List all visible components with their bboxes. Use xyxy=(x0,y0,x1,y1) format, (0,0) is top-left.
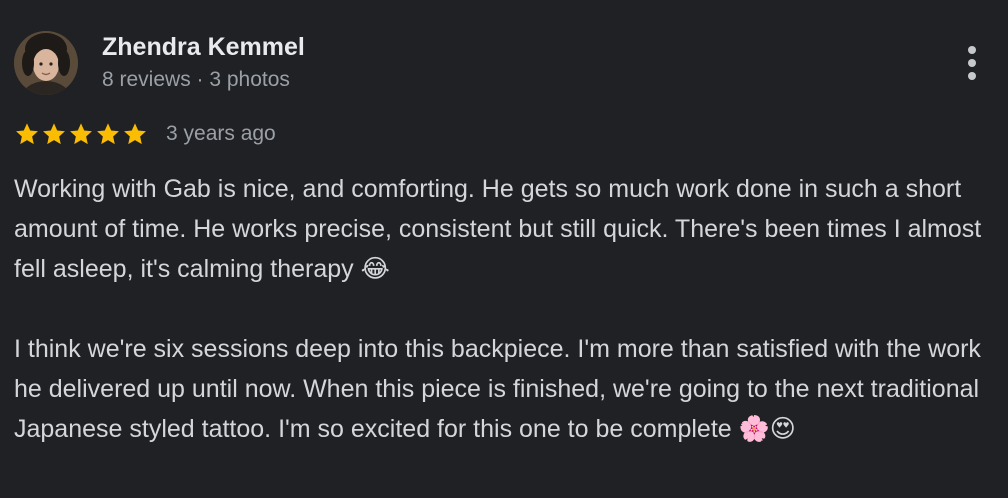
review-card: Zhendra Kemmel 8 reviews · 3 photos 3 ye… xyxy=(0,0,1008,498)
author-meta: 8 reviews · 3 photos xyxy=(102,68,290,91)
more-vert-icon-dot xyxy=(968,59,976,67)
star-rating xyxy=(14,121,148,147)
more-options-button[interactable] xyxy=(956,42,988,84)
star-icon xyxy=(70,123,92,145)
author-avatar[interactable] xyxy=(14,31,78,95)
review-text: Working with Gab is nice, and comforting… xyxy=(14,175,982,443)
star-icon xyxy=(43,123,65,145)
star-icon xyxy=(16,123,38,145)
rating-row: 3 years ago xyxy=(14,117,276,151)
avatar-photo xyxy=(14,31,78,95)
more-vert-icon-dot xyxy=(968,72,976,80)
review-date: 3 years ago xyxy=(166,122,276,145)
star-icon xyxy=(97,123,119,145)
author-name[interactable]: Zhendra Kemmel xyxy=(102,31,305,63)
star-icon xyxy=(124,123,146,145)
more-vert-icon xyxy=(968,46,976,54)
